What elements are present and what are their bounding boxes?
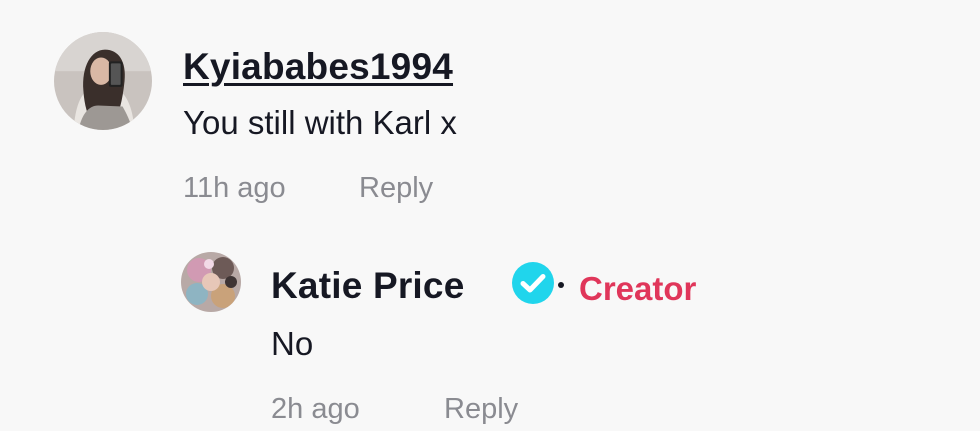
creator-badge: Creator bbox=[579, 270, 697, 307]
creator-avatar[interactable] bbox=[181, 252, 241, 312]
reply-button[interactable]: Reply bbox=[359, 172, 433, 205]
reply-username[interactable]: Katie Price bbox=[271, 265, 464, 307]
reply-item: Katie Price Creator No 2h ago Reply bbox=[0, 215, 980, 431]
reply-button[interactable]: Reply bbox=[444, 393, 518, 426]
comment-timestamp: 11h ago bbox=[183, 172, 286, 204]
avatar-photo-icon bbox=[54, 32, 152, 130]
separator-dot bbox=[558, 282, 564, 288]
reply-timestamp: 2h ago bbox=[271, 393, 360, 425]
user-avatar[interactable] bbox=[54, 32, 152, 130]
verified-badge-icon bbox=[512, 262, 554, 304]
avatar-photo-icon bbox=[181, 252, 241, 312]
reply-text: No bbox=[271, 325, 314, 362]
comment-username[interactable]: Kyiababes1994 bbox=[183, 46, 453, 88]
comment-item: Kyiababes1994 You still with Karl x 11h … bbox=[0, 0, 980, 215]
comment-text: You still with Karl x bbox=[183, 104, 457, 141]
